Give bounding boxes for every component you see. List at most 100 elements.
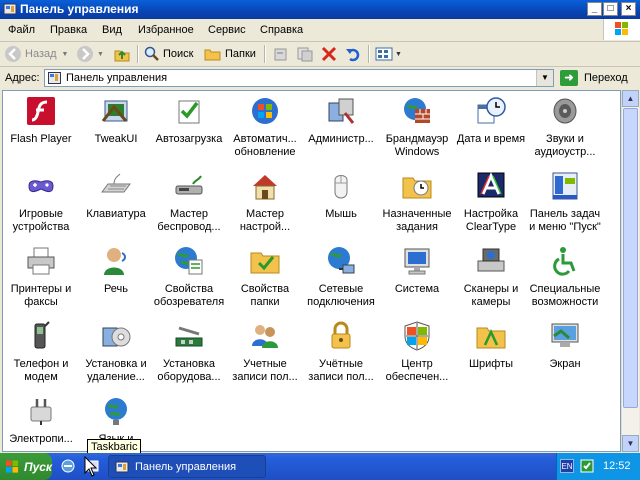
keyboard-icon — [101, 173, 131, 193]
search-label: Поиск — [163, 48, 194, 60]
vertical-scrollbar[interactable]: ▲ ▼ — [621, 90, 639, 452]
forward-button[interactable]: ▼ — [76, 44, 104, 64]
views-button[interactable]: ▼ — [375, 44, 402, 64]
display-icon — [551, 323, 579, 347]
item-autorun[interactable]: Автозагрузка — [151, 95, 227, 146]
menu-help[interactable]: Справка — [260, 24, 303, 36]
control-panel-icon — [48, 72, 61, 84]
back-button[interactable]: Назад ▼ — [4, 44, 68, 64]
mouse-cursor-icon — [84, 456, 98, 477]
tray-app-icon[interactable] — [579, 458, 595, 474]
language-icon — [105, 398, 127, 425]
network-wizard-icon — [253, 175, 277, 200]
item-cleartype[interactable]: Настройка ClearType — [453, 170, 529, 234]
menu-bar: Файл Правка Вид Избранное Сервис Справка — [0, 19, 640, 42]
item-tweakui[interactable]: TweakUI — [78, 95, 154, 146]
item-sound[interactable]: Звуки и аудиоустр... — [527, 95, 603, 159]
windows-flag-icon — [5, 459, 19, 473]
clock[interactable]: 12:52 — [603, 460, 631, 472]
scroll-thumb[interactable] — [623, 108, 638, 408]
item-security-center[interactable]: Центр обеспечен... — [379, 320, 455, 384]
wireless-wizard-icon — [175, 175, 203, 195]
search-icon — [144, 46, 159, 61]
internet-options-icon — [175, 247, 203, 275]
item-printers[interactable]: Принтеры и факсы — [3, 245, 79, 309]
item-system[interactable]: Система — [379, 245, 455, 296]
menu-edit[interactable]: Правка — [50, 24, 87, 36]
scroll-down-icon[interactable]: ▼ — [622, 435, 639, 452]
item-speech[interactable]: Речь — [78, 245, 154, 296]
taskbar-item-control-panel[interactable]: Панель управления — [108, 455, 266, 478]
gamepad-icon — [28, 180, 54, 193]
address-dropdown-icon[interactable]: ▼ — [536, 70, 553, 86]
copy-to-icon — [297, 47, 313, 62]
item-firewall[interactable]: Брандмауэр Windows — [379, 95, 455, 159]
menu-favorites[interactable]: Избранное — [138, 24, 194, 36]
cleartype-icon — [477, 172, 505, 198]
item-add-remove[interactable]: Установка и удаление... — [78, 320, 154, 384]
views-dropdown-icon[interactable]: ▼ — [395, 51, 402, 58]
menu-tools[interactable]: Сервис — [208, 24, 246, 36]
item-mouse[interactable]: Мышь — [303, 170, 379, 221]
go-label: Переход — [584, 72, 628, 84]
item-scheduled-tasks[interactable]: Назначенные задания — [379, 170, 455, 234]
folders-label: Папки — [225, 48, 256, 60]
toolbar: Назад ▼ ▼ Поиск Папки ▼ — [0, 42, 640, 67]
minimize-button[interactable]: _ — [587, 2, 602, 16]
go-button[interactable]: ➜ Переход — [560, 69, 628, 87]
scroll-up-icon[interactable]: ▲ — [622, 90, 639, 107]
search-button[interactable]: Поиск — [144, 44, 193, 64]
menu-view[interactable]: Вид — [102, 24, 122, 36]
item-power[interactable]: Электропи... — [3, 395, 79, 446]
item-taskbar[interactable]: Панель задач и меню "Пуск" — [527, 170, 603, 234]
folders-button[interactable]: Папки — [204, 44, 256, 64]
copy-to-button[interactable] — [296, 44, 314, 64]
close-button[interactable]: × — [621, 2, 636, 16]
views-icon — [375, 47, 393, 61]
admin-tools-icon — [328, 98, 355, 124]
forward-dropdown-icon[interactable]: ▼ — [97, 51, 104, 58]
item-network-wizard[interactable]: Мастер настрой... — [227, 170, 303, 234]
item-user-accounts[interactable]: Учетные записи пол... — [227, 320, 303, 384]
tweakui-icon — [101, 100, 128, 122]
item-add-hardware[interactable]: Установка оборудова... — [151, 320, 227, 384]
address-label: Адрес: — [5, 72, 40, 84]
address-bar: Адрес: Панель управления ▼ ➜ Переход — [0, 67, 640, 89]
item-accessibility[interactable]: Специальные возможности — [527, 245, 603, 309]
delete-button[interactable] — [320, 44, 338, 64]
undo-icon — [346, 48, 360, 62]
add-remove-icon — [102, 327, 131, 347]
mouse-icon — [334, 175, 348, 199]
back-dropdown-icon[interactable]: ▼ — [62, 51, 69, 58]
up-button[interactable] — [113, 44, 131, 64]
item-wireless-wizard[interactable]: Мастер беспровод... — [151, 170, 227, 234]
back-label: Назад — [25, 48, 57, 60]
item-windows-update[interactable]: Автоматич... обновление — [227, 95, 303, 159]
item-user-accounts-2[interactable]: Учётные записи пол... — [303, 320, 379, 384]
window-title: Панель управления — [20, 2, 139, 16]
scheduled-tasks-icon — [402, 177, 432, 199]
item-folder-options[interactable]: Свойства папки — [227, 245, 303, 309]
item-phone-modem[interactable]: Телефон и модем — [3, 320, 79, 384]
menu-file[interactable]: Файл — [8, 24, 35, 36]
undo-button[interactable] — [344, 44, 362, 64]
item-keyboard[interactable]: Клавиатура — [78, 170, 154, 221]
item-display[interactable]: Экран — [527, 320, 603, 371]
printer-icon — [27, 247, 55, 275]
quicklaunch-ie-icon[interactable] — [60, 458, 76, 474]
item-fonts[interactable]: Шрифты — [453, 320, 529, 371]
item-flash-player[interactable]: Flash Player — [3, 95, 79, 146]
control-panel-icon — [115, 461, 129, 472]
item-scanners[interactable]: Сканеры и камеры — [453, 245, 529, 309]
item-network-connections[interactable]: Сетевые подключения — [303, 245, 379, 309]
item-internet-options[interactable]: Свойства обозревателя — [151, 245, 227, 309]
address-field[interactable]: Панель управления ▼ — [44, 69, 554, 87]
move-to-button[interactable] — [272, 44, 290, 64]
item-datetime[interactable]: Дата и время — [453, 95, 529, 146]
item-gamepad[interactable]: Игровые устройства — [3, 170, 79, 234]
language-indicator[interactable]: EN — [560, 459, 574, 473]
start-button[interactable]: Пуск — [0, 453, 52, 480]
item-admin-tools[interactable]: Администр... — [303, 95, 379, 146]
autorun-icon — [178, 100, 200, 124]
maximize-button[interactable]: □ — [603, 2, 618, 16]
